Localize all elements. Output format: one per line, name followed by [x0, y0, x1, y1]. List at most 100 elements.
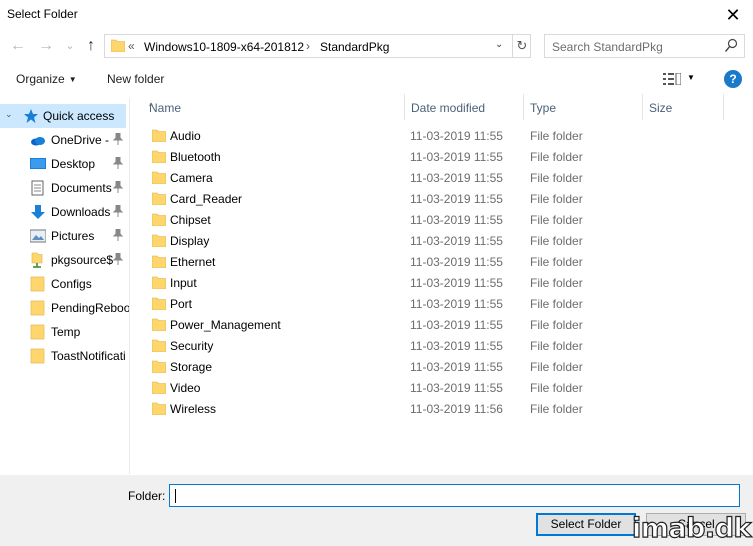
- file-date: 11-03-2019 11:55: [410, 192, 503, 206]
- sidebar-item-downloads[interactable]: Downloads: [0, 200, 129, 224]
- pin-icon: [113, 253, 123, 265]
- table-row[interactable]: Storage 11-03-2019 11:55 File folder: [131, 357, 753, 378]
- breadcrumb-separator-icon[interactable]: ›: [306, 39, 310, 53]
- address-bar[interactable]: « Windows10-1809-x64-201812 › StandardPk…: [104, 34, 531, 58]
- chevron-down-icon: ▼: [68, 75, 77, 84]
- file-name: Audio: [170, 129, 201, 143]
- sidebar-item-pkgsource[interactable]: pkgsource$: [0, 248, 129, 272]
- folder-icon: [30, 276, 45, 292]
- help-icon[interactable]: ?: [724, 70, 742, 88]
- folder-icon: [152, 318, 166, 331]
- pin-icon: [113, 133, 123, 145]
- file-date: 11-03-2019 11:55: [410, 255, 503, 269]
- column-header-label: Name: [149, 101, 182, 115]
- search-box[interactable]: Search StandardPkg: [544, 34, 745, 58]
- file-type: File folder: [530, 129, 583, 143]
- text-cursor: [175, 489, 176, 503]
- search-icon[interactable]: [724, 38, 738, 54]
- column-header-size[interactable]: Size: [643, 94, 724, 120]
- folder-icon: [152, 381, 166, 394]
- table-row[interactable]: Power_Management 11-03-2019 11:55 File fol…: [131, 315, 753, 336]
- file-name: Wireless: [170, 402, 217, 416]
- file-date: 11-03-2019 11:55: [410, 213, 503, 227]
- column-header-type[interactable]: Type: [524, 94, 643, 120]
- sidebar-item-label: Documents: [51, 181, 112, 195]
- sidebar-item-label: Quick access: [43, 109, 115, 123]
- file-type: File folder: [530, 171, 583, 185]
- view-dropdown-icon[interactable]: ▼: [687, 73, 695, 82]
- up-arrow-icon[interactable]: ↑: [81, 35, 101, 57]
- breadcrumb-item[interactable]: StandardPkg: [320, 40, 389, 54]
- file-date: 11-03-2019 11:55: [410, 129, 503, 143]
- table-row[interactable]: Wireless 11-03-2019 11:56 File folder: [131, 399, 753, 420]
- organize-label: Organize: [16, 72, 65, 86]
- table-row[interactable]: Audio 11-03-2019 11:55 File folder: [131, 126, 753, 147]
- table-row[interactable]: Video 11-03-2019 11:55 File folder: [131, 378, 753, 399]
- folder-icon: [152, 129, 166, 142]
- table-row[interactable]: Security 11-03-2019 11:55 File folder: [131, 336, 753, 357]
- file-date: 11-03-2019 11:55: [410, 360, 503, 374]
- new-folder-button[interactable]: New folder: [107, 72, 164, 86]
- expand-chevron-icon[interactable]: ⌄: [5, 109, 13, 120]
- sidebar-item-documents[interactable]: Documents: [0, 176, 129, 200]
- search-input[interactable]: Search StandardPkg: [552, 40, 663, 54]
- folder-label: Folder:: [128, 489, 166, 503]
- sidebar-item-label: PendingReboo: [51, 301, 130, 315]
- sidebar-item-onedrive[interactable]: OneDrive -: [0, 128, 129, 152]
- file-type: File folder: [530, 150, 583, 164]
- table-row[interactable]: Display 11-03-2019 11:55 File folder: [131, 231, 753, 252]
- table-row[interactable]: Ethernet 11-03-2019 11:55 File folder: [131, 252, 753, 273]
- sidebar-item-label: ToastNotificati: [51, 349, 126, 363]
- column-header-name[interactable]: Name ^: [143, 94, 405, 120]
- sidebar-item-label: Configs: [51, 277, 92, 291]
- folder-input[interactable]: [169, 484, 740, 507]
- sidebar-item-configs[interactable]: Configs: [0, 272, 129, 296]
- address-dropdown-icon[interactable]: ⌄: [495, 39, 509, 50]
- file-type: File folder: [530, 255, 583, 269]
- sidebar-item-label: Pictures: [51, 229, 95, 243]
- back-arrow-icon[interactable]: ←: [8, 35, 28, 57]
- file-type: File folder: [530, 192, 583, 206]
- sidebar-item-label: OneDrive -: [51, 133, 110, 147]
- sidebar-item-label: Desktop: [51, 157, 96, 171]
- table-row[interactable]: Card_Reader 11-03-2019 11:55 File folder: [131, 189, 753, 210]
- sidebar-item-quick-access[interactable]: ⌄ Quick access: [0, 104, 126, 128]
- navigation-bar: ← → ⌄ ↑ « Windows10-1809-x64-201812 › St…: [0, 33, 753, 59]
- table-row[interactable]: Chipset 11-03-2019 11:55 File folder: [131, 210, 753, 231]
- file-type: File folder: [530, 276, 583, 290]
- file-name: Port: [170, 297, 193, 311]
- sidebar-item-temp[interactable]: Temp: [0, 320, 129, 344]
- sidebar-item-toastnotification[interactable]: ToastNotificati: [0, 344, 129, 368]
- table-row[interactable]: Input 11-03-2019 11:55 File folder: [131, 273, 753, 294]
- forward-arrow-icon[interactable]: →: [36, 35, 56, 57]
- column-header-label: Size: [649, 101, 673, 115]
- breadcrumb-item[interactable]: Windows10-1809-x64-201812: [144, 40, 304, 54]
- file-date: 11-03-2019 11:55: [410, 381, 503, 395]
- select-folder-button[interactable]: Select Folder: [536, 513, 636, 536]
- organize-button[interactable]: Organize ▼: [16, 72, 77, 86]
- sidebar-item-pictures[interactable]: Pictures: [0, 224, 129, 248]
- file-name: Security: [170, 339, 214, 353]
- address-overflow-icon[interactable]: «: [128, 39, 135, 53]
- pin-icon: [113, 205, 123, 217]
- sidebar-item-pendingreboot[interactable]: PendingReboo: [0, 296, 130, 320]
- table-row[interactable]: Bluetooth 11-03-2019 11:55 File folder: [131, 147, 753, 168]
- file-name: Chipset: [170, 213, 211, 227]
- view-details-icon[interactable]: [663, 73, 681, 85]
- sidebar-item-desktop[interactable]: Desktop: [0, 152, 129, 176]
- file-type: File folder: [530, 234, 583, 248]
- star-icon: [24, 109, 38, 123]
- refresh-icon[interactable]: ↻: [512, 35, 531, 57]
- folder-icon: [30, 300, 45, 316]
- file-name: Storage: [170, 360, 213, 374]
- file-name: Bluetooth: [170, 150, 221, 164]
- column-header-date[interactable]: Date modified: [405, 94, 524, 120]
- sidebar-item-label: Downloads: [51, 205, 111, 219]
- file-date: 11-03-2019 11:55: [410, 234, 503, 248]
- recent-locations-icon[interactable]: ⌄: [60, 35, 80, 57]
- table-row[interactable]: Camera 11-03-2019 11:55 File folder: [131, 168, 753, 189]
- folder-icon: [152, 213, 166, 226]
- close-icon[interactable]: ✕: [721, 3, 745, 27]
- table-row[interactable]: Port 11-03-2019 11:55 File folder: [131, 294, 753, 315]
- navigation-pane: ⌄ Quick access OneDrive - Desktop Docume…: [0, 98, 130, 474]
